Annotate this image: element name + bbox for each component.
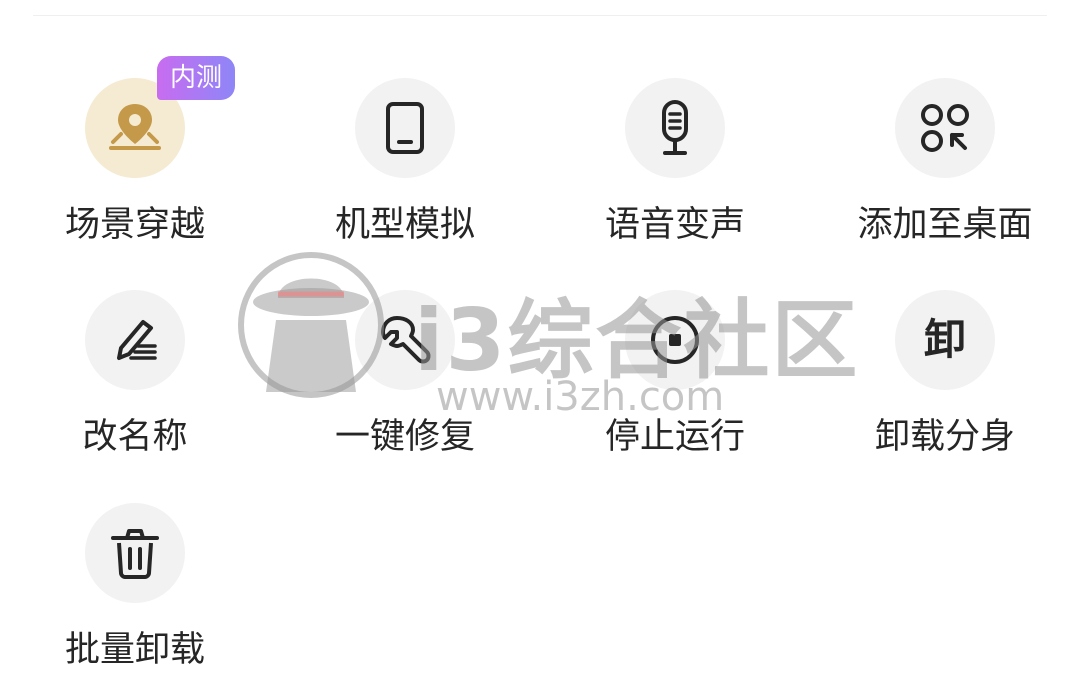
action-label: 改名称 xyxy=(82,417,188,457)
voice-changer-icon-bg xyxy=(625,78,725,178)
rename-icon-bg xyxy=(85,290,185,390)
pen-edit-icon xyxy=(117,320,157,360)
microphone-icon xyxy=(662,100,688,155)
action-label: 语音变声 xyxy=(604,205,745,245)
action-one-click-repair[interactable]: 一键修复 xyxy=(305,290,505,460)
action-label: 机型模拟 xyxy=(334,205,475,245)
action-label: 添加至桌面 xyxy=(857,205,1033,245)
action-label: 批量卸载 xyxy=(64,630,205,670)
stop-icon xyxy=(651,316,699,364)
action-scene-travel[interactable]: 场景穿越 xyxy=(35,78,235,248)
repair-icon-bg xyxy=(355,290,455,390)
phone-device-icon xyxy=(386,102,424,154)
add-to-desktop-icon-bg xyxy=(895,78,995,178)
location-pin-icon xyxy=(109,104,161,150)
uninstall-char-icon: 卸 xyxy=(924,315,966,364)
trash-icon xyxy=(111,529,159,579)
action-label: 卸载分身 xyxy=(874,417,1015,457)
action-stop-running[interactable]: 停止运行 xyxy=(575,290,775,460)
uninstall-char-text: 卸 xyxy=(924,315,966,364)
add-to-desktop-icon xyxy=(921,104,969,152)
device-emulation-icon-bg xyxy=(355,78,455,178)
action-voice-changer[interactable]: 语音变声 xyxy=(575,78,775,248)
action-rename[interactable]: 改名称 xyxy=(35,290,235,460)
beta-badge: 内测 xyxy=(157,56,235,100)
action-label: 一键修复 xyxy=(334,417,475,457)
stop-icon-bg xyxy=(625,290,725,390)
action-add-to-desktop[interactable]: 添加至桌面 xyxy=(845,78,1045,248)
action-grid: 场景穿越 内测 机型模拟 语音变声 添加至桌面 改名称 一键修复 停止运行 卸 … xyxy=(0,0,1080,676)
action-device-emulation[interactable]: 机型模拟 xyxy=(305,78,505,248)
action-uninstall-clone[interactable]: 卸 卸载分身 xyxy=(845,290,1045,460)
action-label: 停止运行 xyxy=(604,417,745,457)
uninstall-clone-icon-bg: 卸 xyxy=(895,290,995,390)
batch-uninstall-icon-bg xyxy=(85,503,185,603)
action-label: 场景穿越 xyxy=(64,205,205,245)
action-batch-uninstall[interactable]: 批量卸载 xyxy=(35,503,235,673)
wrench-icon xyxy=(381,316,431,364)
